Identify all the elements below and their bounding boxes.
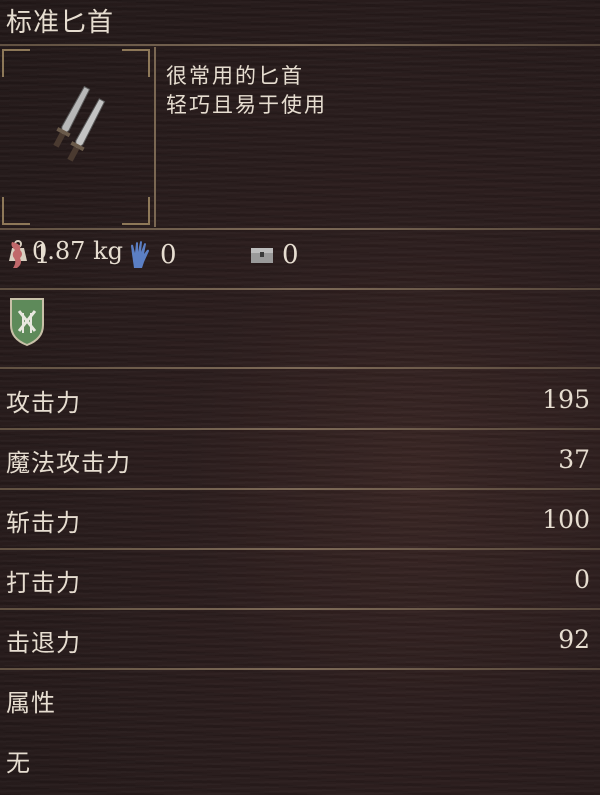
element-value: 无 (6, 749, 31, 777)
stat-label-strike: 打击力 (6, 569, 81, 597)
crossed-daggers-shield-icon (10, 298, 44, 347)
divider (0, 548, 600, 550)
stat-value-slash: 100 (542, 505, 590, 534)
divider (0, 488, 600, 490)
requirement-dexterity-value: 0 (160, 240, 177, 270)
divider (0, 288, 600, 290)
description-line-1: 很常用的匕首 (166, 64, 304, 88)
stat-label-knockback: 击退力 (6, 629, 81, 657)
chest-icon (251, 248, 273, 263)
stat-value-knockback: 92 (558, 625, 590, 654)
requirement-other: 0 (250, 240, 299, 270)
requirement-dexterity: 0 (128, 240, 177, 270)
item-name: 标准匕首 (6, 8, 115, 38)
daggers-icon (53, 85, 106, 162)
stat-value-strike: 0 (574, 565, 590, 594)
stat-label-slash: 斩击力 (6, 509, 81, 537)
divider (0, 608, 600, 610)
divider (0, 44, 600, 46)
strength-icon (11, 242, 22, 268)
requirement-other-value: 0 (282, 240, 299, 270)
divider (0, 367, 600, 369)
dexterity-hand-icon (131, 241, 149, 268)
item-description: 很常用的匕首 轻巧且易于使用 (166, 62, 327, 120)
divider (0, 428, 600, 430)
stat-label-magic-attack: 魔法攻击力 (6, 449, 131, 477)
stat-value-magic-attack: 37 (558, 445, 590, 474)
element-label: 属性 (6, 689, 56, 717)
item-icon-frame: 0.87 kg (0, 47, 156, 265)
stat-value-attack: 195 (542, 385, 590, 414)
requirement-strength-value: 1 (34, 240, 51, 270)
stat-label-attack: 攻击力 (6, 389, 81, 417)
description-line-2: 轻巧且易于使用 (166, 93, 327, 117)
divider (0, 668, 600, 670)
requirement-strength: 1 (8, 240, 51, 270)
divider (0, 228, 600, 230)
